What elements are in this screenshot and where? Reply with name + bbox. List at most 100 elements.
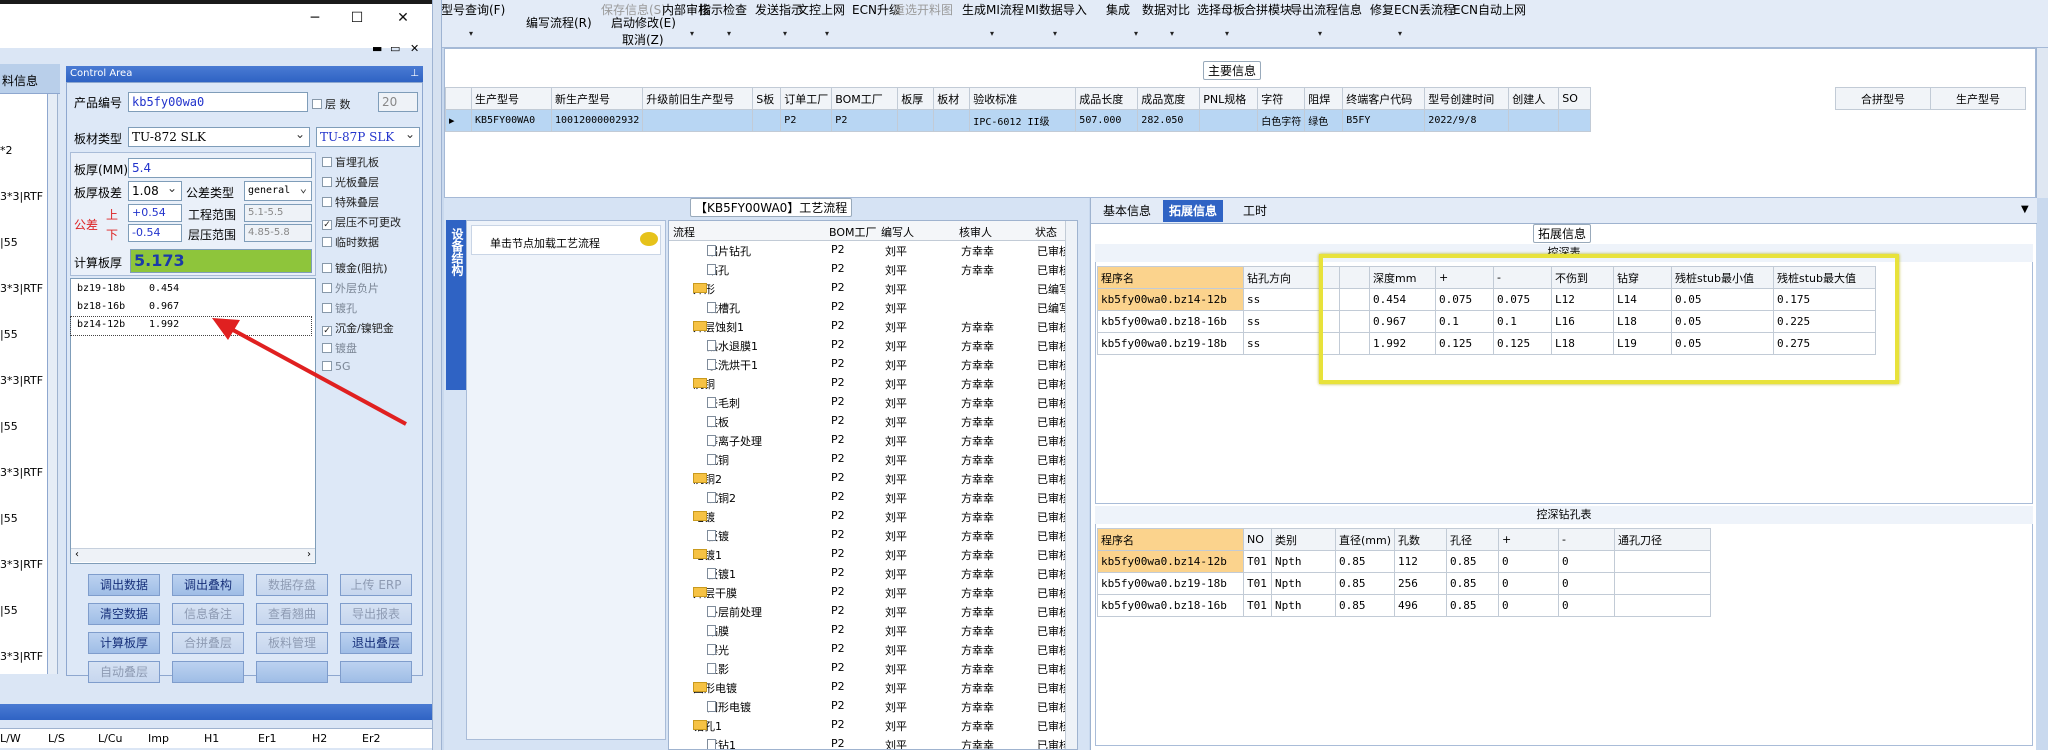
column-header[interactable]: BOM工厂 <box>831 87 899 110</box>
tree-leaf-node[interactable]: 沉铜 <box>707 452 729 468</box>
table-cell[interactable] <box>1614 594 1712 617</box>
tree-row[interactable]: 铝片钻孔 P2 刘平 方幸幸 已审核 <box>669 241 1077 260</box>
material-select[interactable]: TU-872 SLK <box>128 127 310 147</box>
table-cell[interactable]: 0.85 <box>1446 594 1500 617</box>
tree-leaf-node[interactable]: 背钻1 <box>707 737 736 749</box>
left-column-row[interactable]: 3*3|RTF <box>0 650 46 663</box>
action-button[interactable]: 导出报表 <box>340 603 412 625</box>
toolbar-item-12[interactable]: 选择母板 <box>1197 1 1245 18</box>
scroll-right-icon[interactable]: › <box>307 549 311 560</box>
action-button[interactable]: 调出数据 <box>88 574 160 596</box>
upper-tol-input[interactable]: +0.54 <box>128 204 182 222</box>
grid-column-header[interactable]: L/Cu <box>98 732 123 745</box>
action-button[interactable]: 板料管理 <box>256 632 328 654</box>
table-cell[interactable]: IPC-6012 II级 <box>969 109 1077 132</box>
column-header[interactable]: 新生产型号 <box>550 87 644 110</box>
option-checkbox[interactable]: 临时数据 <box>322 234 379 250</box>
tree-leaf-node[interactable]: 曝光 <box>707 642 729 658</box>
table-cell[interactable]: 256 <box>1394 572 1448 595</box>
tree-leaf-node[interactable]: 贴膜 <box>707 623 729 639</box>
left-column-row[interactable]: 3*3|RTF <box>0 190 46 203</box>
column-header[interactable]: 程序名 <box>1097 528 1244 551</box>
process-tree[interactable]: 流程 BOM工厂 编写人 核审人 状态 铝片钻孔 P2 刘平 方幸幸 已审核 钻孔 P2 刘平 方幸幸已… <box>668 220 1078 750</box>
grid-column-header[interactable]: H1 <box>204 732 219 745</box>
tree-row[interactable]: 贴膜 P2 刘平 方幸幸 已审核 <box>669 621 1077 640</box>
table-cell[interactable] <box>1558 109 1592 132</box>
list-item[interactable]: bz19-18b 0.454 <box>71 281 311 299</box>
table-cell[interactable]: kb5fy00wa0.bz18-16b <box>1097 310 1244 333</box>
dropdown-arrow-icon[interactable]: ▾ <box>469 29 473 38</box>
toolbar-item-16[interactable]: ECN自动上网 <box>1453 1 1526 18</box>
tree-row[interactable]: 图形电镀 P2 刘平 方幸幸 已审核 <box>669 697 1077 716</box>
tree-folder-node[interactable]: 电镀1 <box>693 547 722 563</box>
table-cell[interactable]: 0.85 <box>1334 572 1396 595</box>
action-button[interactable]: 清空数据 <box>88 603 160 625</box>
dropdown-arrow-icon[interactable]: ▾ <box>690 29 694 38</box>
tree-row[interactable]: 外层干膜 P2 刘平 方幸幸 已审核 <box>669 583 1077 602</box>
column-header[interactable]: 孔数 <box>1394 528 1448 551</box>
column-header[interactable]: 字符 <box>1257 87 1306 110</box>
column-header[interactable]: 成品宽度 <box>1137 87 1201 110</box>
table-cell[interactable]: 0 <box>1498 594 1560 617</box>
close-panel-icon[interactable]: ✕ <box>410 42 419 55</box>
action-button[interactable] <box>172 661 244 683</box>
column-header[interactable]: 通孔刀径 <box>1614 528 1712 551</box>
dropdown-arrow-icon[interactable]: ▾ <box>783 29 787 38</box>
table-cell[interactable] <box>933 109 971 132</box>
table-cell[interactable]: 0.85 <box>1334 550 1396 573</box>
option-checkbox[interactable]: 外层负片 <box>322 280 379 296</box>
tree-leaf-node[interactable]: 铣槽孔 <box>707 300 740 316</box>
table-cell[interactable]: kb5fy00wa0.bz14-12b <box>1097 288 1244 311</box>
dropdown-arrow-icon[interactable]: ▾ <box>825 29 829 38</box>
tab-0[interactable]: 基本信息 <box>1097 200 1157 222</box>
toolbar-item-9[interactable]: MI数据导入 <box>1025 1 1087 18</box>
tree-row[interactable]: 钻孔1 P2 刘平 方幸幸 已审核 <box>669 716 1077 735</box>
tab-menu-icon[interactable]: ▼ <box>2021 204 2029 215</box>
maximize-icon[interactable]: ☐ <box>346 10 368 30</box>
left-column-row[interactable]: |55 <box>0 328 46 341</box>
restore-icon[interactable]: ▭ <box>390 42 400 55</box>
table-cell[interactable] <box>1614 572 1712 595</box>
column-header[interactable]: 订单工厂 <box>780 87 833 110</box>
action-button[interactable]: 退出叠层 <box>340 632 412 654</box>
left-column-row[interactable]: *2 <box>0 144 46 157</box>
toolbar-item-14[interactable]: 导出流程信息 <box>1290 1 1362 18</box>
left-column-row[interactable]: |55 <box>0 512 46 525</box>
tree-row[interactable]: 沉铜P2刘平方幸幸已审核 <box>669 450 1077 469</box>
tree-row[interactable]: 电镀1 P2 刘平 方幸幸 已审核 <box>669 545 1077 564</box>
table-cell[interactable] <box>752 109 782 132</box>
toolbar-item-4[interactable]: 发送指示 <box>755 1 803 18</box>
dropdown-arrow-icon[interactable]: ▾ <box>1053 29 1057 38</box>
column-header[interactable]: 板材 <box>933 87 971 110</box>
left-column-row[interactable]: 3*3|RTF <box>0 558 46 571</box>
column-header[interactable]: 型号创建时间 <box>1424 87 1510 110</box>
table-row[interactable]: kb5fy00wa0.bz18-16b T01 Npth 0.85 496 0.85 0 0 <box>1097 594 1712 617</box>
tree-row[interactable]: 去毛刺 P2 刘平 方幸幸 已审核 <box>669 393 1077 412</box>
option-checkbox[interactable]: ✓ 层压不可更改 <box>322 214 401 230</box>
option-checkbox[interactable]: 盲埋孔板 <box>322 154 379 170</box>
action-button[interactable]: 自动叠层 <box>88 661 160 683</box>
table-cell[interactable] <box>1614 550 1712 573</box>
column-header[interactable]: + <box>1498 528 1560 551</box>
side-tab-equipment[interactable]: 设备结构 <box>446 220 466 390</box>
table-cell[interactable]: 0 <box>1498 550 1560 573</box>
tree-row[interactable]: 板镀1 P2 刘平 方幸幸 已审核 <box>669 564 1077 583</box>
tree-row[interactable]: 图形电镀 P2 刘平 方幸幸 已审核 <box>669 678 1077 697</box>
column-header[interactable]: S板 <box>752 87 782 110</box>
column-header[interactable]: PNL规格 <box>1199 87 1259 110</box>
tree-row[interactable]: 烘板 P2 刘平 方幸幸 已审核 <box>669 412 1077 431</box>
tree-folder-node[interactable]: 钻孔1 <box>693 718 722 734</box>
left-column-row[interactable]: |55 <box>0 420 46 433</box>
tol-type-select[interactable]: general <box>244 181 312 201</box>
thickness-input[interactable]: 5.4 <box>128 158 312 178</box>
column-header[interactable]: 升级前旧生产型号 <box>642 87 754 110</box>
column-header[interactable]: NO <box>1243 528 1272 551</box>
checkbox-box[interactable] <box>322 237 332 247</box>
toolbar-item-0[interactable]: 型号查询(F) <box>441 1 505 18</box>
load-flow-card[interactable]: 单击节点加载工艺流程 <box>471 225 661 255</box>
option-checkbox[interactable]: 光板叠层 <box>322 174 379 190</box>
dropdown-arrow-icon[interactable]: ▾ <box>1134 29 1138 38</box>
column-header[interactable]: 孔径 <box>1446 528 1500 551</box>
action-button[interactable] <box>256 661 328 683</box>
tree-folder-node[interactable]: 沉铜2 <box>693 471 722 487</box>
